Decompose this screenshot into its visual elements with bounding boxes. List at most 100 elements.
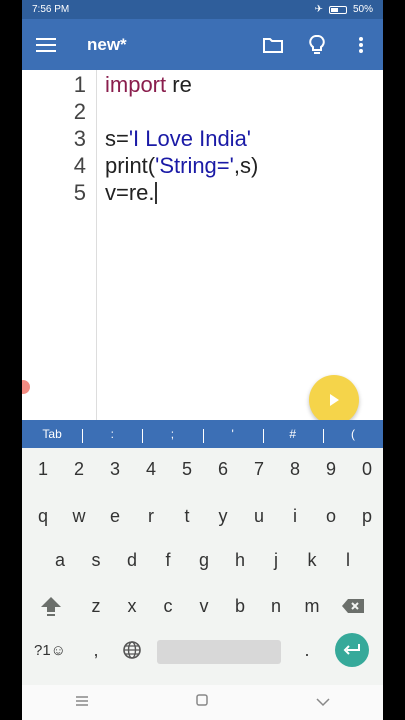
folder-icon [263, 37, 283, 53]
key-b[interactable]: b [222, 589, 258, 623]
key-5[interactable]: 5 [169, 452, 205, 486]
symbol-key-colon[interactable]: : [82, 427, 142, 443]
key-u[interactable]: u [241, 499, 277, 533]
hint-button[interactable] [295, 19, 339, 70]
document-title: new* [87, 34, 127, 54]
key-h[interactable]: h [222, 543, 258, 577]
comma-key[interactable]: , [78, 633, 114, 667]
key-2[interactable]: 2 [61, 452, 97, 486]
status-bar: 7:56 PM ✈ 50% [22, 0, 383, 19]
letter-row-1: q w e r t y u i o p [22, 499, 383, 533]
key-a[interactable]: a [42, 543, 78, 577]
line-number-gutter: 1 2 3 4 5 [22, 70, 97, 420]
code-line-4[interactable]: print('String=',s) [105, 153, 258, 179]
symbol-key-hash[interactable]: # [262, 427, 323, 443]
key-p[interactable]: p [349, 499, 383, 533]
string-token: 'I Love India' [128, 126, 252, 151]
symbol-key-tab[interactable]: Tab [22, 427, 82, 441]
key-k[interactable]: k [294, 543, 330, 577]
key-3[interactable]: 3 [97, 452, 133, 486]
key-w[interactable]: w [61, 499, 97, 533]
key-6[interactable]: 6 [205, 452, 241, 486]
line-number: 1 [73, 72, 86, 97]
key-d[interactable]: d [114, 543, 150, 577]
key-8[interactable]: 8 [277, 452, 313, 486]
system-nav-bar [22, 685, 383, 720]
menu-button[interactable] [22, 19, 70, 70]
key-v[interactable]: v [186, 589, 222, 623]
line-number: 4 [73, 153, 86, 178]
key-9[interactable]: 9 [313, 452, 349, 486]
shift-icon [41, 597, 61, 616]
key-1[interactable]: 1 [25, 452, 61, 486]
key-o[interactable]: o [313, 499, 349, 533]
key-y[interactable]: y [205, 499, 241, 533]
key-t[interactable]: t [169, 499, 205, 533]
soft-keyboard: 1 2 3 4 5 6 7 8 9 0 q w e r t y u i o p … [22, 448, 383, 685]
back-button[interactable] [316, 694, 330, 712]
space-bar[interactable] [157, 640, 281, 664]
code-token: v=re. [105, 180, 155, 205]
line-number: 5 [73, 180, 86, 205]
keyword-token: import [105, 72, 167, 97]
letter-row-3: z x c v b n m [22, 589, 383, 623]
key-0[interactable]: 0 [349, 452, 383, 486]
code-token: print( [105, 153, 156, 178]
code-token: re [166, 72, 192, 97]
home-button[interactable] [195, 693, 209, 712]
key-n[interactable]: n [258, 589, 294, 623]
key-z[interactable]: z [78, 589, 114, 623]
nav-recents-icon [76, 695, 89, 706]
string-token: 'String=' [155, 153, 234, 178]
key-i[interactable]: i [277, 499, 313, 533]
airplane-icon: ✈ [314, 4, 323, 15]
code-line-5[interactable]: v=re. [105, 180, 157, 206]
app-bar: new* [22, 19, 383, 70]
symbols-toggle-key[interactable]: ?1☺ [30, 633, 70, 667]
code-token: ,s) [233, 153, 259, 178]
play-icon [330, 394, 339, 406]
backspace-key[interactable] [338, 589, 368, 623]
key-m[interactable]: m [294, 589, 330, 623]
more-vert-icon [359, 36, 363, 53]
period-key[interactable]: . [292, 633, 322, 667]
code-line-3[interactable]: s='I Love India' [105, 126, 251, 152]
phone-screen: 7:56 PM ✈ 50% new* 1 2 3 4 5 import re s… [22, 0, 383, 720]
number-row: 1 2 3 4 5 6 7 8 9 0 [22, 452, 383, 486]
key-q[interactable]: q [25, 499, 61, 533]
key-7[interactable]: 7 [241, 452, 277, 486]
key-l[interactable]: l [330, 543, 366, 577]
key-j[interactable]: j [258, 543, 294, 577]
symbol-key-semicolon[interactable]: ; [142, 427, 202, 443]
key-4[interactable]: 4 [133, 452, 169, 486]
backspace-icon [342, 599, 364, 613]
code-editor[interactable]: 1 2 3 4 5 import re s='I Love India' pri… [22, 70, 383, 420]
key-x[interactable]: x [114, 589, 150, 623]
text-cursor [154, 182, 157, 204]
symbol-key-quote[interactable]: ' [202, 427, 263, 443]
shift-key[interactable] [36, 589, 66, 623]
battery-icon [328, 5, 347, 14]
symbol-key-paren[interactable]: ( [322, 427, 383, 443]
key-r[interactable]: r [133, 499, 169, 533]
open-folder-button[interactable] [251, 19, 295, 70]
key-c[interactable]: c [150, 589, 186, 623]
enter-icon [343, 644, 360, 655]
menu-icon [36, 37, 56, 52]
recents-button[interactable] [75, 694, 89, 712]
nav-back-icon [316, 697, 330, 706]
key-s[interactable]: s [78, 543, 114, 577]
run-button[interactable] [309, 375, 359, 425]
code-token: s= [105, 126, 129, 151]
key-f[interactable]: f [150, 543, 186, 577]
status-time: 7:56 PM [32, 4, 70, 15]
key-e[interactable]: e [97, 499, 133, 533]
battery-level: 50% [352, 4, 373, 15]
enter-key[interactable] [335, 633, 369, 667]
code-line-1[interactable]: import re [105, 72, 192, 98]
more-options-button[interactable] [339, 19, 383, 70]
line-number: 3 [73, 126, 86, 151]
lightbulb-icon [309, 34, 325, 54]
language-key[interactable] [114, 633, 150, 667]
key-g[interactable]: g [186, 543, 222, 577]
